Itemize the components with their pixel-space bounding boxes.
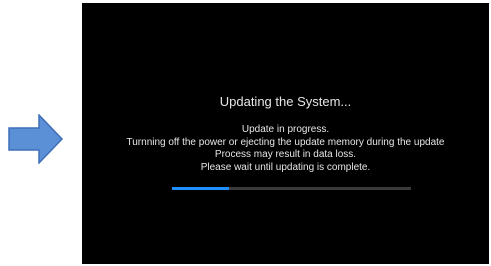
update-screenshot: { "icons": { "arrow": "right-arrow-icon"… bbox=[0, 0, 491, 266]
update-progress-fill bbox=[172, 187, 230, 190]
update-progress-bar bbox=[172, 187, 411, 190]
message-line-wait: Please wait until updating is complete. bbox=[200, 161, 371, 173]
message-line-progress: Update in progress. bbox=[241, 124, 330, 135]
update-title: Updating the System... bbox=[219, 94, 352, 109]
message-line-warning: Turnning off the power or ejecting the u… bbox=[126, 136, 445, 148]
message-line-data-loss: Process may result in data loss. bbox=[214, 149, 357, 160]
right-arrow-icon bbox=[8, 114, 64, 164]
update-screen: Updating the System... Update in progres… bbox=[82, 3, 489, 264]
update-message: Update in progress. Turnning off the pow… bbox=[82, 124, 489, 174]
